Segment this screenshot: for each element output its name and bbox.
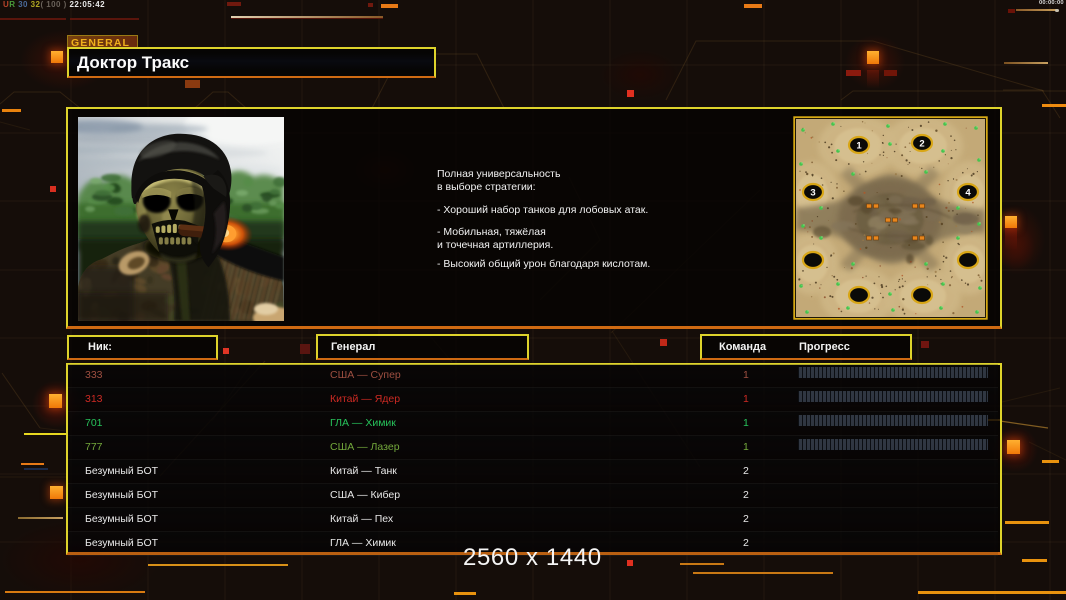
svg-text:2: 2 xyxy=(919,138,924,149)
svg-text:4: 4 xyxy=(965,187,971,198)
svg-text:1: 1 xyxy=(856,140,862,151)
svg-text:3: 3 xyxy=(810,187,815,198)
